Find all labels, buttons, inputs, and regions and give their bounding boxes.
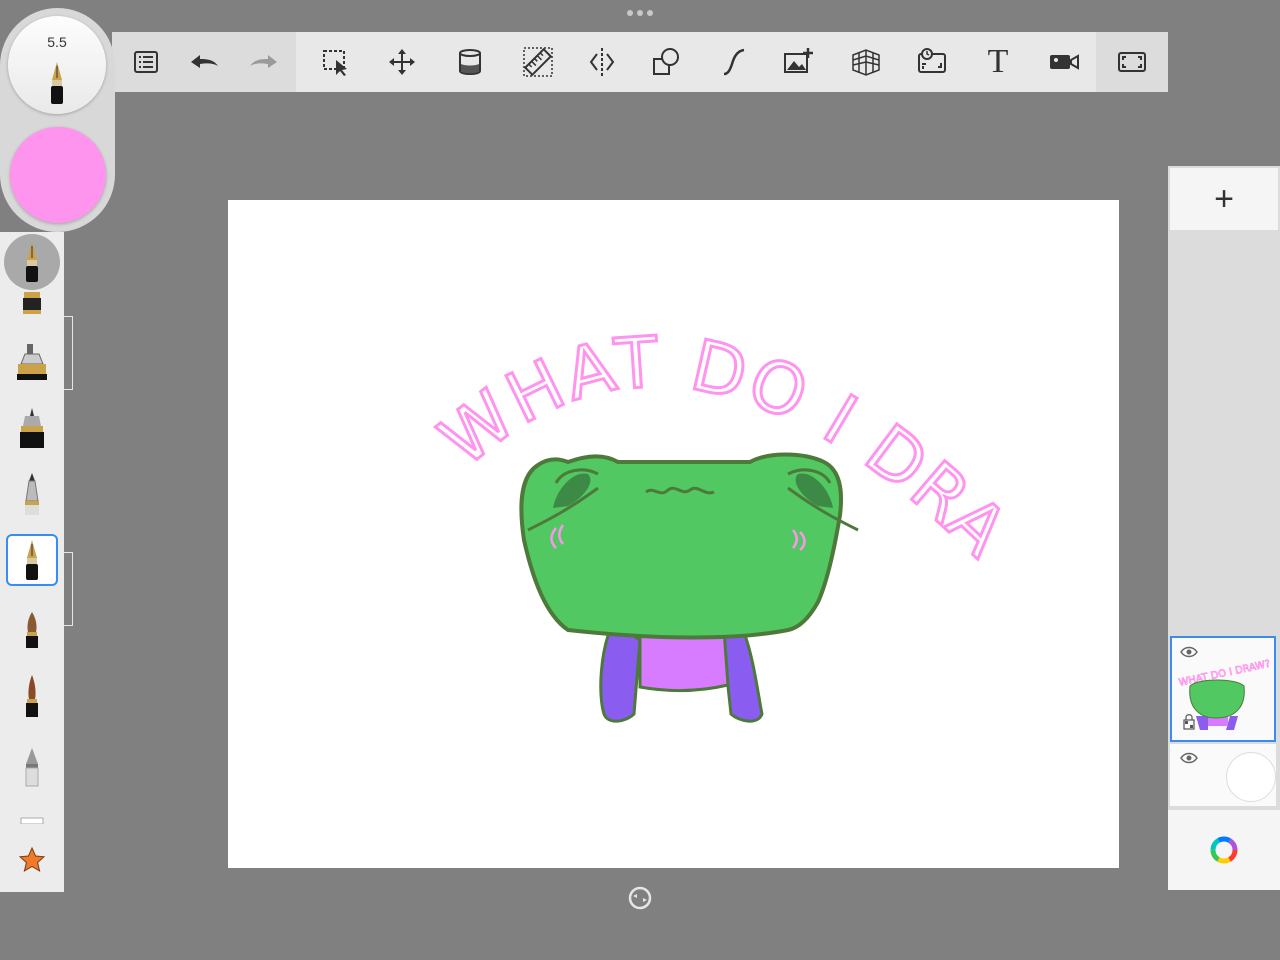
perspective-icon[interactable] [848, 44, 884, 80]
curve-icon[interactable] [716, 44, 752, 80]
alpha-lock-icon[interactable] [1182, 714, 1196, 730]
brush-size-value: 5.5 [47, 34, 67, 50]
layers-panel: + WHAT DO I DRAW? [1168, 166, 1280, 890]
time-lapse-icon[interactable] [914, 44, 950, 80]
layer-thumbnail-active[interactable]: WHAT DO I DRAW? [1170, 636, 1276, 742]
add-layer-button[interactable]: + [1170, 168, 1278, 230]
symmetry-icon[interactable] [584, 44, 620, 80]
brush-pen-brush[interactable] [6, 604, 58, 656]
paint-brush[interactable] [6, 670, 58, 722]
color-wheel-icon [1210, 836, 1238, 864]
active-brush-indicator[interactable] [4, 234, 60, 290]
brush-set-bracket [64, 552, 73, 626]
main-toolbar: T [112, 32, 1168, 92]
background-layer[interactable] [1170, 744, 1276, 806]
background-color-swatch[interactable] [1226, 752, 1276, 802]
undo-icon[interactable] [186, 44, 222, 80]
fullscreen-icon[interactable] [1114, 44, 1150, 80]
pencil-brush[interactable] [6, 468, 58, 520]
brush-set-bracket [64, 316, 73, 390]
fill-icon[interactable] [452, 44, 488, 80]
fountain-pen-brush[interactable] [6, 534, 58, 586]
brush-library [0, 232, 64, 892]
marker-brush[interactable] [6, 290, 58, 318]
add-layer-icon: + [1214, 180, 1234, 218]
eraser-brush[interactable] [6, 740, 58, 792]
color-swatch[interactable] [10, 127, 106, 223]
redo-icon[interactable] [246, 44, 282, 80]
shapes-icon[interactable] [648, 44, 684, 80]
frog-drawing [519, 452, 859, 723]
color-editor-button[interactable] [1168, 810, 1280, 890]
brush-size-control[interactable]: 5.5 [8, 16, 106, 114]
ruler-icon[interactable] [520, 44, 556, 80]
canvas-artwork: WHAT DO I DRAW? [190, 134, 1021, 723]
import-image-icon[interactable] [780, 44, 816, 80]
text-icon[interactable]: T [980, 44, 1016, 80]
transform-icon[interactable] [384, 44, 420, 80]
drawing-canvas[interactable]: WHAT DO I DRAW? [190, 134, 1119, 868]
video-icon[interactable] [1046, 44, 1082, 80]
fountain-pen-icon [46, 60, 68, 111]
eye-icon[interactable] [1180, 752, 1198, 764]
canvas-reset-icon[interactable] [628, 886, 652, 910]
ink-pen-brush[interactable] [6, 336, 58, 388]
window-handle[interactable] [625, 8, 655, 18]
selection-icon[interactable] [318, 44, 354, 80]
airbrush-brush[interactable] [6, 812, 58, 828]
brush-puck: 5.5 [0, 8, 115, 232]
list-icon[interactable] [128, 44, 164, 80]
technical-pen-brush[interactable] [6, 402, 58, 454]
favorites-star-icon[interactable] [6, 834, 58, 886]
